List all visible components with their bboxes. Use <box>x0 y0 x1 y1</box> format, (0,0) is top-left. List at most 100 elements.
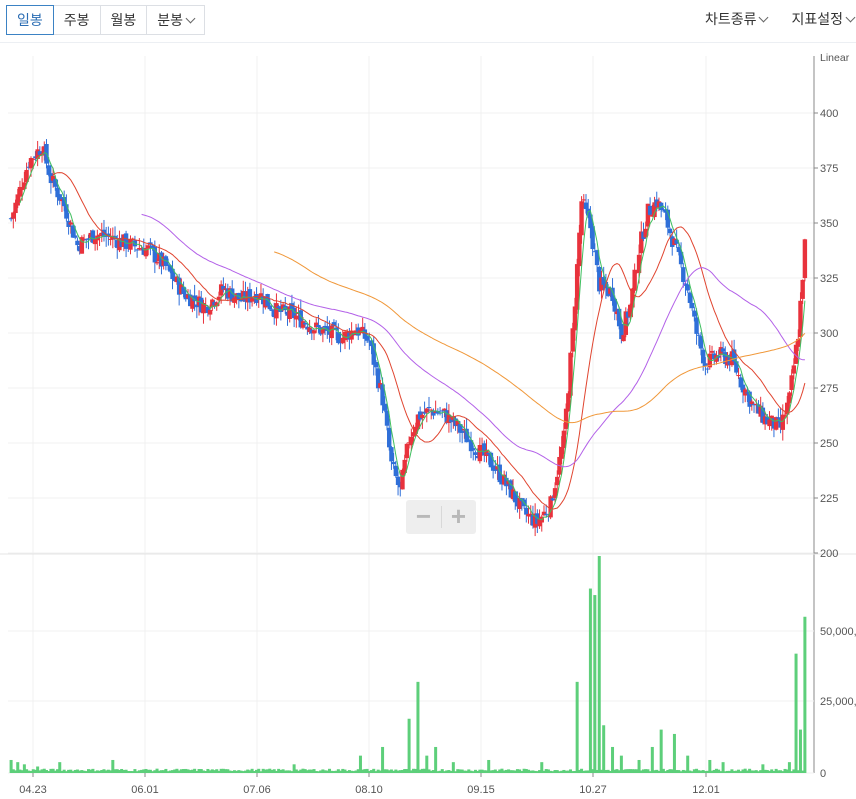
chevron-down-icon <box>845 12 856 23</box>
x-tick-label: 04.23 <box>19 784 47 796</box>
candle-up <box>621 335 626 342</box>
chevron-down-icon <box>185 13 196 24</box>
candle-up <box>789 375 794 390</box>
volume-tick-label: 25,000,0 <box>820 696 856 708</box>
candle-up <box>572 306 578 331</box>
candle-down <box>471 448 476 451</box>
candle-down <box>720 348 726 352</box>
candle-up <box>137 247 142 250</box>
candle-up <box>709 350 715 353</box>
indicator-settings-button[interactable]: 지표설정 <box>769 5 856 33</box>
candle-up <box>31 158 36 160</box>
candle-down <box>694 317 699 334</box>
candle-up <box>300 321 306 328</box>
candle-down <box>64 204 69 219</box>
right-menu: 차트종류 지표설정 <box>683 5 856 35</box>
candle-down <box>681 267 686 282</box>
zoom-controls: − + <box>406 500 476 534</box>
volume-bar <box>611 746 615 773</box>
candle-up <box>749 401 755 405</box>
candle-down <box>134 249 140 251</box>
volume-bar <box>602 725 606 773</box>
stock-chart[interactable]: Linear 400 375 350 325 300 275 250 225 200 50,000,… <box>0 42 856 799</box>
volume-bar <box>575 681 579 773</box>
candle-down <box>459 430 465 433</box>
x-tick-label: 08.10 <box>355 784 383 796</box>
candle-down <box>696 334 701 336</box>
candle-up <box>207 310 213 315</box>
volume-bar <box>416 681 420 773</box>
candle-up <box>97 234 102 237</box>
volume-bar <box>686 755 690 773</box>
candle-down <box>389 447 394 462</box>
candle-down <box>364 336 370 341</box>
volume-tick-label: 50,000,0 <box>820 626 856 638</box>
candle-up <box>559 446 564 459</box>
candle-up <box>563 408 569 429</box>
candle-up <box>11 212 16 219</box>
volume-bar <box>381 746 385 773</box>
candle-down <box>267 305 273 310</box>
y-tick-label: 300 <box>820 328 838 340</box>
tab-weekly[interactable]: 주봉 <box>53 5 101 35</box>
candle-up <box>579 201 584 236</box>
candle-down <box>393 465 399 477</box>
candle-down <box>647 205 653 215</box>
candle-up <box>145 245 151 249</box>
period-tabs: 일봉 주봉 월봉 분봉 <box>6 5 206 35</box>
y-tick-label: 325 <box>820 273 838 285</box>
candle-up <box>773 417 779 430</box>
candle-up <box>581 199 586 201</box>
candle-down <box>667 228 673 234</box>
volume-bar <box>798 729 802 773</box>
volume-bar <box>803 616 807 773</box>
y-tick-label: 225 <box>820 493 838 505</box>
candle-down <box>132 240 138 247</box>
volume-bar <box>794 653 798 773</box>
candle-up <box>424 408 429 413</box>
candle-up <box>570 328 575 352</box>
zoom-out-button[interactable]: − <box>407 500 441 534</box>
tab-monthly[interactable]: 월봉 <box>100 5 148 35</box>
candle-up <box>17 186 23 197</box>
candle-down <box>75 240 80 246</box>
candle-up <box>632 269 637 291</box>
tab-minute-label: 분봉 <box>157 12 184 28</box>
candle-up <box>420 414 425 419</box>
y-tick-label: 250 <box>820 438 838 450</box>
candle-up <box>329 325 334 339</box>
candle-down <box>616 308 622 327</box>
candle-up <box>68 222 74 225</box>
candle-up <box>404 443 410 459</box>
x-tick-label: 12.01 <box>692 784 720 796</box>
candle-down <box>705 368 710 370</box>
candle-down <box>316 324 321 327</box>
tab-minute[interactable]: 분봉 <box>147 5 206 35</box>
candle-up <box>311 330 317 334</box>
candle-up <box>791 365 797 374</box>
volume-bar <box>672 733 676 773</box>
candle-down <box>387 427 392 448</box>
candle-down <box>391 462 396 465</box>
chart-type-button[interactable]: 차트종류 <box>683 5 770 33</box>
candle-down <box>373 361 379 368</box>
candle-down <box>689 302 695 309</box>
volume-bar <box>593 595 597 773</box>
zoom-in-button[interactable]: + <box>442 500 476 534</box>
chart-toolbar: 일봉 주봉 월봉 분봉 차트종류 지표설정 <box>0 0 856 43</box>
x-tick-label: 06.01 <box>131 784 159 796</box>
chevron-down-icon <box>759 12 769 23</box>
candle-up <box>294 315 299 320</box>
candle-down <box>302 322 308 325</box>
candle-up <box>802 239 808 279</box>
candle-down <box>426 407 432 409</box>
plus-icon: + <box>450 501 467 531</box>
candle-up <box>800 279 805 299</box>
candle-down <box>687 292 693 303</box>
tab-daily[interactable]: 일봉 <box>6 5 54 35</box>
x-tick-label: 07.06 <box>243 784 271 796</box>
candle-down <box>692 310 697 317</box>
candle-down <box>524 507 529 515</box>
ma5-line <box>19 151 806 521</box>
candle-down <box>543 513 549 515</box>
